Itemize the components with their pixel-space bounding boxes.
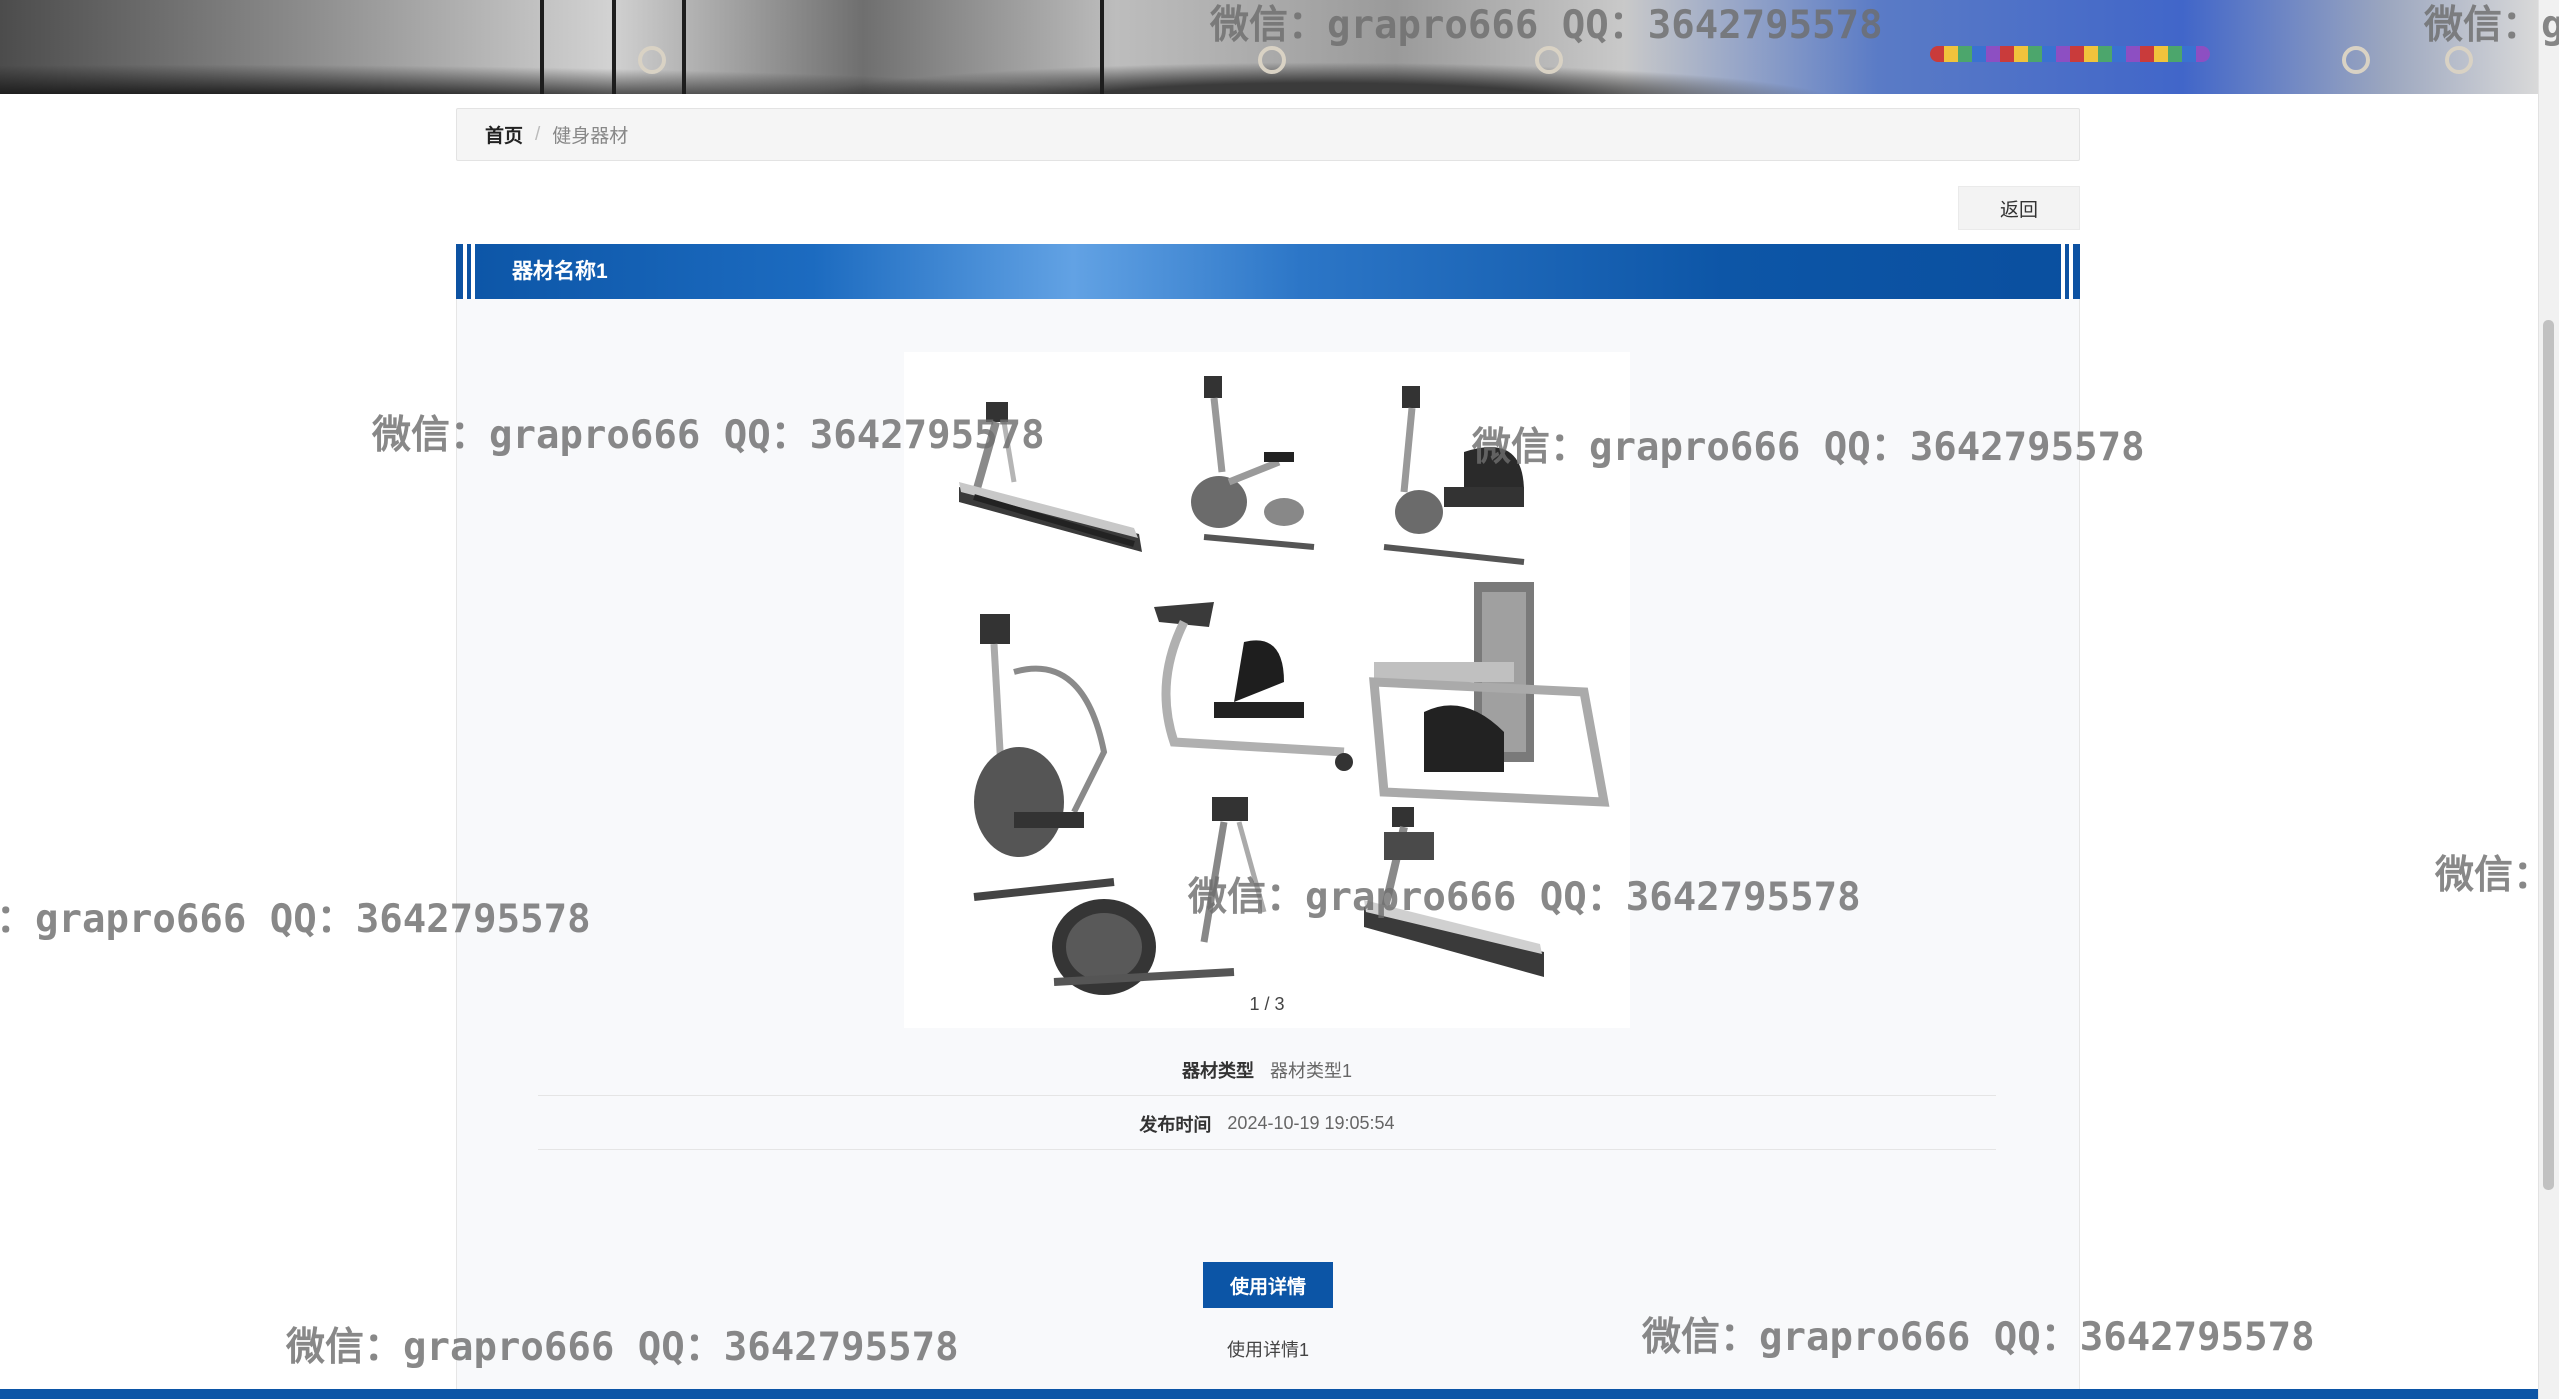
leg-press-illustration bbox=[1369, 582, 1610, 807]
treadmill-illustration bbox=[1364, 807, 1544, 977]
banner-rack-pole bbox=[682, 0, 686, 94]
watermark-text: 微信： bbox=[2435, 853, 2553, 898]
footer-bar bbox=[0, 1389, 2538, 1399]
header-banner-image bbox=[0, 0, 2538, 94]
field-row-type: 器材类型 器材类型1 bbox=[538, 1044, 1996, 1096]
title-bar-edge-gap bbox=[2069, 244, 2073, 299]
title-bar-edge bbox=[2073, 244, 2080, 299]
banner-medicine-balls bbox=[1930, 46, 2210, 62]
banner-ring bbox=[2445, 46, 2473, 74]
page: 首页 / 健身器材 返回 器材名称1 1 / 3 器材类型 器材类型1 发布时间… bbox=[0, 0, 2559, 1399]
equipment-photo bbox=[959, 376, 1610, 995]
field-value: 器材类型1 bbox=[1269, 1060, 1352, 1081]
back-button[interactable]: 返回 bbox=[1958, 186, 2080, 230]
field-label: 器材类型 bbox=[1181, 1060, 1254, 1081]
item-title: 器材名称1 bbox=[512, 260, 608, 283]
recumbent-bike-illustration bbox=[1383, 386, 1525, 565]
upright-bike-illustration bbox=[1191, 376, 1315, 550]
banner-ring bbox=[1535, 46, 1563, 74]
slide-counter: 1 / 3 bbox=[1249, 994, 1285, 1014]
banner-ring bbox=[1258, 46, 1286, 74]
banner-rack-pole bbox=[540, 0, 544, 94]
field-label: 发布时间 bbox=[1139, 1114, 1212, 1135]
banner-rack-pole bbox=[1100, 0, 1104, 94]
breadcrumb-home-link[interactable]: 首页 bbox=[485, 121, 523, 148]
title-bar-edge-gap bbox=[471, 244, 475, 299]
item-title-bar: 器材名称1 bbox=[456, 244, 2080, 299]
field-value: 2024-10-19 19:05:54 bbox=[1227, 1113, 1395, 1133]
treadmill-illustration bbox=[959, 402, 1142, 552]
usage-details-text: 使用详情1 bbox=[1226, 1340, 1309, 1360]
breadcrumb-current: 健身器材 bbox=[552, 126, 629, 147]
usage-details-button[interactable]: 使用详情 bbox=[1203, 1262, 1333, 1308]
title-bar-edge bbox=[2065, 244, 2069, 299]
banner-ring bbox=[638, 46, 666, 74]
field-row-publish-time: 发布时间 2024-10-19 19:05:54 bbox=[538, 1098, 1996, 1150]
stepper-illustration bbox=[973, 614, 1115, 901]
banner-ring bbox=[2342, 46, 2370, 74]
scrollbar-thumb[interactable] bbox=[2543, 320, 2554, 1190]
image-carousel[interactable]: 1 / 3 bbox=[904, 352, 1630, 1028]
breadcrumb-separator: / bbox=[535, 123, 541, 145]
title-bar-edge-gap bbox=[2061, 244, 2065, 299]
title-bar-edge bbox=[456, 244, 463, 299]
motion-trainer-illustration bbox=[1154, 602, 1353, 771]
breadcrumb: 首页 / 健身器材 bbox=[456, 108, 2080, 161]
banner-rack-pole bbox=[612, 0, 616, 94]
